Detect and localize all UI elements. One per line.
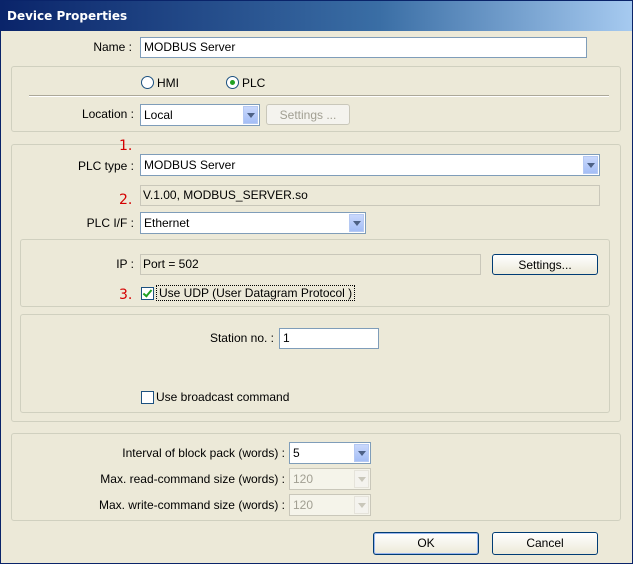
- broadcast-label: Use broadcast command: [156, 390, 290, 404]
- max-read-select[interactable]: 120: [289, 468, 371, 490]
- location-select[interactable]: Local: [140, 104, 260, 126]
- station-label: Station no. :: [209, 331, 274, 345]
- chevron-down-icon[interactable]: [243, 106, 258, 124]
- plc-if-label: PLC I/F :: [86, 216, 134, 230]
- plc-type-value: MODBUS Server: [144, 158, 236, 172]
- max-read-value: 120: [293, 472, 314, 486]
- plc-type-select[interactable]: MODBUS Server: [140, 154, 600, 176]
- marker-3: 3.: [119, 287, 133, 303]
- device-properties-dialog: Device Properties Name : MODBUS Server H…: [0, 0, 633, 564]
- plc-if-value: Ethernet: [144, 216, 190, 230]
- max-write-value: 120: [293, 498, 314, 512]
- ip-value: Port = 502: [140, 254, 481, 275]
- marker-2: 2.: [119, 192, 133, 208]
- chevron-down-icon[interactable]: [583, 156, 598, 174]
- chevron-down-icon[interactable]: [349, 214, 364, 232]
- use-udp-label: Use UDP (User Datagram Protocol ): [156, 285, 356, 301]
- name-label: Name :: [93, 40, 132, 54]
- plc-radio[interactable]: [226, 76, 239, 89]
- name-input[interactable]: MODBUS Server: [140, 37, 587, 58]
- cancel-button[interactable]: Cancel: [492, 532, 598, 555]
- hmi-radio[interactable]: [141, 76, 154, 89]
- max-write-label: Max. write-command size (words) :: [98, 498, 285, 512]
- broadcast-checkbox[interactable]: [141, 391, 154, 404]
- driver-info: V.1.00, MODBUS_SERVER.so: [140, 185, 600, 206]
- plc-label: PLC: [242, 76, 266, 90]
- chevron-down-icon: [354, 496, 369, 514]
- location-label: Location :: [81, 107, 134, 121]
- divider: [29, 95, 609, 97]
- block-pack-select[interactable]: 5: [289, 442, 371, 464]
- ip-label: IP :: [116, 257, 134, 271]
- station-input[interactable]: 1: [279, 328, 379, 349]
- marker-1: 1.: [119, 138, 133, 154]
- ok-button[interactable]: OK: [373, 532, 479, 555]
- use-udp-checkbox[interactable]: [141, 287, 154, 300]
- window-title: Device Properties: [7, 9, 128, 23]
- plc-if-select[interactable]: Ethernet: [140, 212, 366, 234]
- location-value: Local: [144, 108, 173, 122]
- max-read-label: Max. read-command size (words) :: [100, 472, 285, 486]
- max-write-select[interactable]: 120: [289, 494, 371, 516]
- location-settings-button[interactable]: Settings ...: [266, 104, 350, 125]
- block-pack-label: Interval of block pack (words) :: [122, 446, 285, 460]
- chevron-down-icon[interactable]: [354, 444, 369, 462]
- plc-type-label: PLC type :: [77, 159, 134, 173]
- title-bar[interactable]: Device Properties: [1, 1, 632, 31]
- block-pack-value: 5: [293, 446, 300, 460]
- chevron-down-icon: [354, 470, 369, 488]
- ip-settings-button[interactable]: Settings...: [492, 254, 598, 275]
- hmi-label: HMI: [157, 76, 179, 90]
